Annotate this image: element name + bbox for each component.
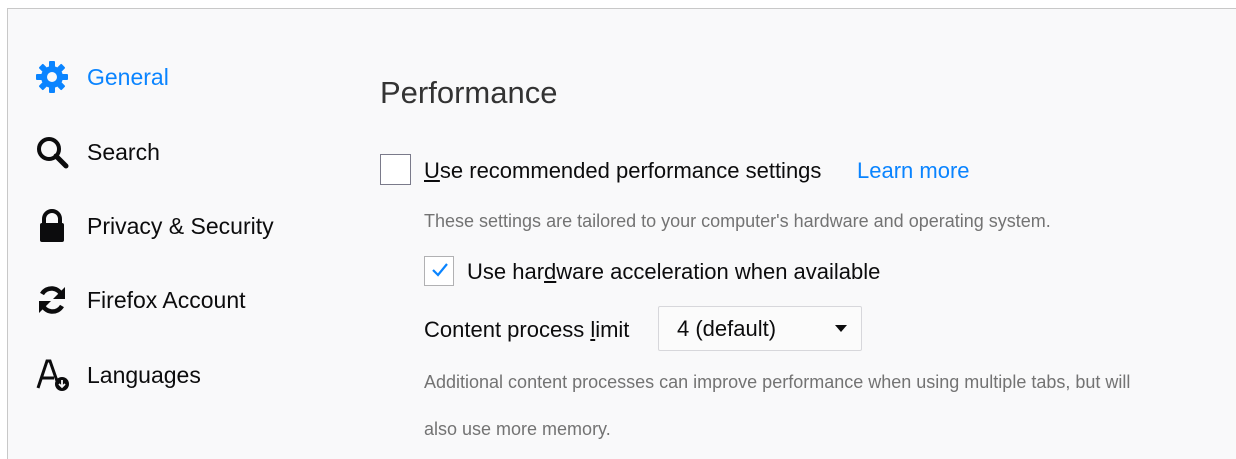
recommended-performance-label[interactable]: Use recommended performance settings <box>424 158 821 184</box>
sidebar-item-firefox-account[interactable]: Firefox Account <box>35 280 246 320</box>
sidebar-item-privacy-security[interactable]: Privacy & Security <box>35 206 274 246</box>
dropdown-arrow-icon <box>835 325 847 332</box>
content-process-description: also use more memory. <box>424 419 611 439</box>
hardware-acceleration-label[interactable]: Use hardware acceleration when available <box>467 259 880 285</box>
sidebar: General Search Privacy & Security Firefo… <box>8 9 338 459</box>
accesskey-letter: U <box>424 158 440 183</box>
sidebar-item-label: Privacy & Security <box>87 212 274 239</box>
sidebar-item-label: Languages <box>87 361 201 388</box>
search-icon <box>35 134 71 170</box>
sidebar-item-label: General <box>87 63 169 90</box>
main-content: Performance Use recommended performance … <box>380 9 1236 459</box>
lock-icon <box>35 208 71 244</box>
sidebar-item-label: Search <box>87 138 160 165</box>
select-value: 4 (default) <box>677 315 777 341</box>
language-icon <box>35 357 71 393</box>
content-process-limit-select[interactable]: 4 (default) <box>658 306 862 351</box>
recommended-description: These settings are tailored to your comp… <box>424 211 1051 231</box>
sidebar-item-label: Firefox Account <box>87 286 246 313</box>
label-text: ware acceleration when available <box>556 259 881 284</box>
section-title: Performance <box>380 75 558 110</box>
sync-icon <box>35 282 71 318</box>
label-text: Content process <box>424 317 591 342</box>
gear-icon <box>35 59 71 95</box>
checkmark-icon <box>432 263 448 277</box>
recommended-performance-checkbox[interactable] <box>380 154 411 185</box>
content-process-description: Additional content processes can improve… <box>424 372 1131 392</box>
sidebar-item-general[interactable]: General <box>35 57 169 97</box>
preferences-window: General Search Privacy & Security Firefo… <box>7 8 1236 459</box>
accesskey-letter: d <box>544 259 557 284</box>
content-process-limit-label: Content process limit <box>424 317 629 343</box>
label-text: imit <box>595 317 630 342</box>
sidebar-item-search[interactable]: Search <box>35 132 160 172</box>
learn-more-link[interactable]: Learn more <box>857 158 970 184</box>
label-text: Use har <box>467 259 545 284</box>
sidebar-item-languages[interactable]: Languages <box>35 355 201 395</box>
label-text: se recommended performance settings <box>439 158 822 183</box>
hardware-acceleration-checkbox[interactable] <box>424 256 454 286</box>
